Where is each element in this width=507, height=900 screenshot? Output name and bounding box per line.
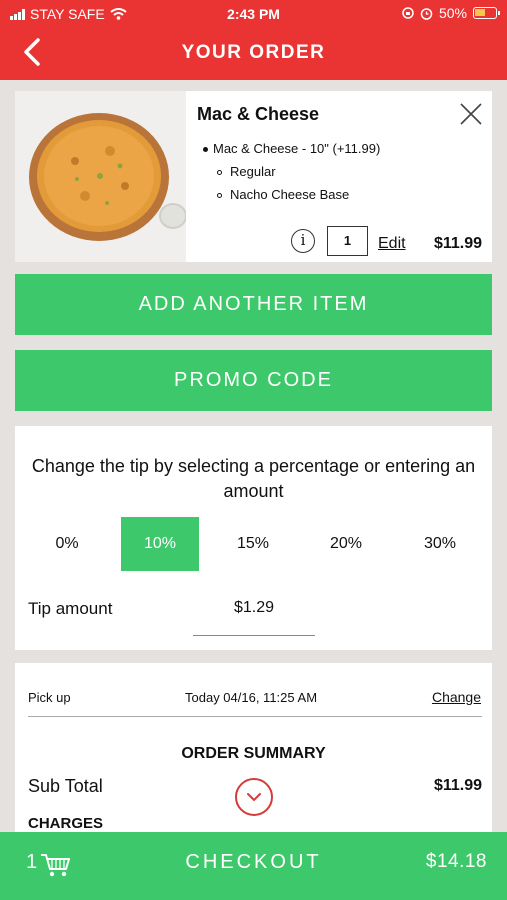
option-base: Nacho Cheese Base (203, 183, 380, 206)
add-another-item-button[interactable]: ADD ANOTHER ITEM (15, 274, 492, 335)
item-name: Mac & Cheese (197, 104, 320, 124)
info-icon[interactable]: i (291, 229, 315, 253)
checkout-total: $14.18 (425, 851, 487, 872)
tip-option-20[interactable]: 20% (307, 517, 385, 571)
order-item-card: Mac & Cheese Mac & Cheese - 10" (+11.99)… (15, 91, 492, 262)
tip-option-30[interactable]: 30% (401, 517, 479, 571)
order-summary-title: ORDER SUMMARY (181, 745, 326, 762)
battery-percent: 50% (438, 5, 467, 21)
item-image (15, 91, 186, 262)
pickup-time: Today 04/16, 11:25 AM (185, 690, 318, 705)
promo-code-button[interactable]: PROMO CODE (15, 350, 492, 411)
tip-option-15[interactable]: 15% (214, 517, 292, 571)
tip-option-10[interactable]: 10% (121, 517, 199, 571)
battery-icon (473, 7, 500, 19)
lock-rotation-icon (402, 7, 414, 19)
alarm-icon (420, 7, 433, 20)
option-size: Regular (203, 160, 380, 183)
page-title: YOUR ORDER (181, 42, 326, 63)
divider (28, 716, 482, 717)
tip-amount-input[interactable]: $1.29 (193, 596, 315, 636)
edit-item-link[interactable]: Edit (378, 235, 406, 253)
tip-card: Change the tip by selecting a percentage… (15, 426, 492, 650)
item-price: $11.99 (433, 235, 482, 252)
subtotal-label: Sub Total (28, 776, 103, 796)
charges-label: CHARGES (28, 815, 104, 832)
quantity-field[interactable]: 1 (327, 226, 368, 256)
chevron-down-icon (247, 793, 261, 802)
item-options: Mac & Cheese - 10" (+11.99) Regular Nach… (203, 137, 380, 206)
tip-option-0[interactable]: 0% (28, 517, 106, 571)
remove-item-button[interactable] (458, 101, 484, 127)
tip-amount-label: Tip amount (28, 599, 113, 618)
status-bar: STAY SAFE 2:43 PM 50% (0, 0, 507, 28)
subtotal-value: $11.99 (433, 777, 482, 794)
option-main: Mac & Cheese - 10" (+11.99) (203, 137, 380, 160)
pickup-label: Pick up (28, 690, 71, 705)
header-bar: STAY SAFE 2:43 PM 50% YOUR ORDER (0, 0, 507, 80)
checkout-button[interactable]: 1 CHECKOUT $14.18 (0, 832, 507, 900)
change-pickup-link[interactable]: Change (432, 689, 481, 705)
expand-summary-button[interactable] (235, 778, 273, 816)
tip-instructions: Change the tip by selecting a percentage… (31, 456, 476, 501)
